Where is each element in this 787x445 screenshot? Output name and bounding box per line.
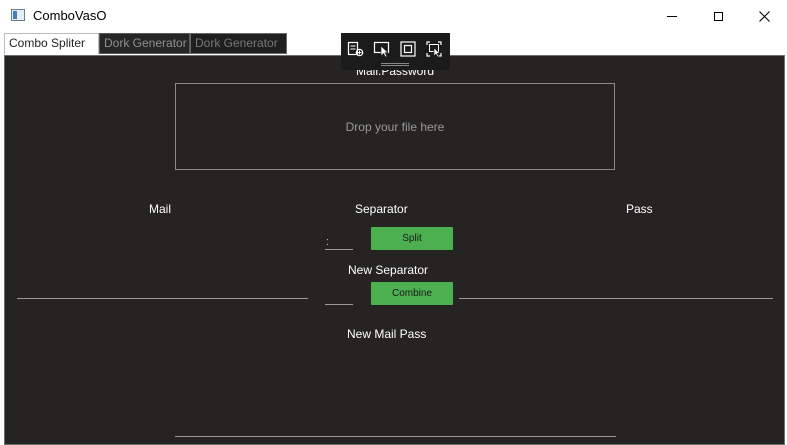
track-focused-element-icon[interactable] — [425, 40, 443, 58]
minimize-icon — [667, 15, 677, 17]
new-mail-pass-label: New Mail Pass — [347, 327, 427, 341]
mail-output-underline — [17, 298, 308, 299]
toolbar-grip-handle[interactable] — [381, 63, 409, 66]
maximize-button[interactable] — [695, 0, 741, 32]
maximize-icon — [713, 11, 723, 21]
combine-button[interactable]: Combine — [371, 282, 453, 305]
new-mail-pass-output-underline[interactable] — [175, 436, 616, 437]
close-icon — [758, 10, 770, 22]
new-separator-input[interactable] — [325, 291, 353, 305]
separator-input[interactable]: : — [325, 236, 353, 250]
pass-label: Pass — [626, 202, 653, 216]
debug-toolbar — [341, 33, 450, 70]
split-button[interactable]: Split — [371, 227, 453, 250]
dropzone-text: Drop your file here — [345, 119, 445, 134]
pass-output-underline — [459, 298, 773, 299]
tab-dork-generator[interactable]: Dork Generator — [99, 33, 190, 54]
mail-label: Mail — [149, 202, 172, 216]
app-window: ComboVasO Combo Spliter Dork Generator D… — [0, 0, 787, 445]
live-visual-tree-icon[interactable] — [347, 40, 365, 58]
tab-dork-generator-2[interactable]: Dork Generator — [190, 33, 287, 54]
minimize-button[interactable] — [649, 0, 695, 32]
file-drop-zone[interactable]: Drop your file here — [175, 83, 615, 170]
window-title: ComboVasO — [33, 8, 107, 23]
title-bar[interactable]: ComboVasO — [0, 0, 787, 32]
select-element-icon[interactable] — [373, 40, 391, 58]
separator-label: Separator — [355, 202, 408, 216]
tab-combo-spliter[interactable]: Combo Spliter — [4, 33, 99, 54]
display-layout-adorners-icon[interactable] — [399, 40, 417, 58]
app-icon — [11, 9, 25, 21]
close-button[interactable] — [741, 0, 787, 32]
new-separator-label: New Separator — [348, 263, 429, 277]
